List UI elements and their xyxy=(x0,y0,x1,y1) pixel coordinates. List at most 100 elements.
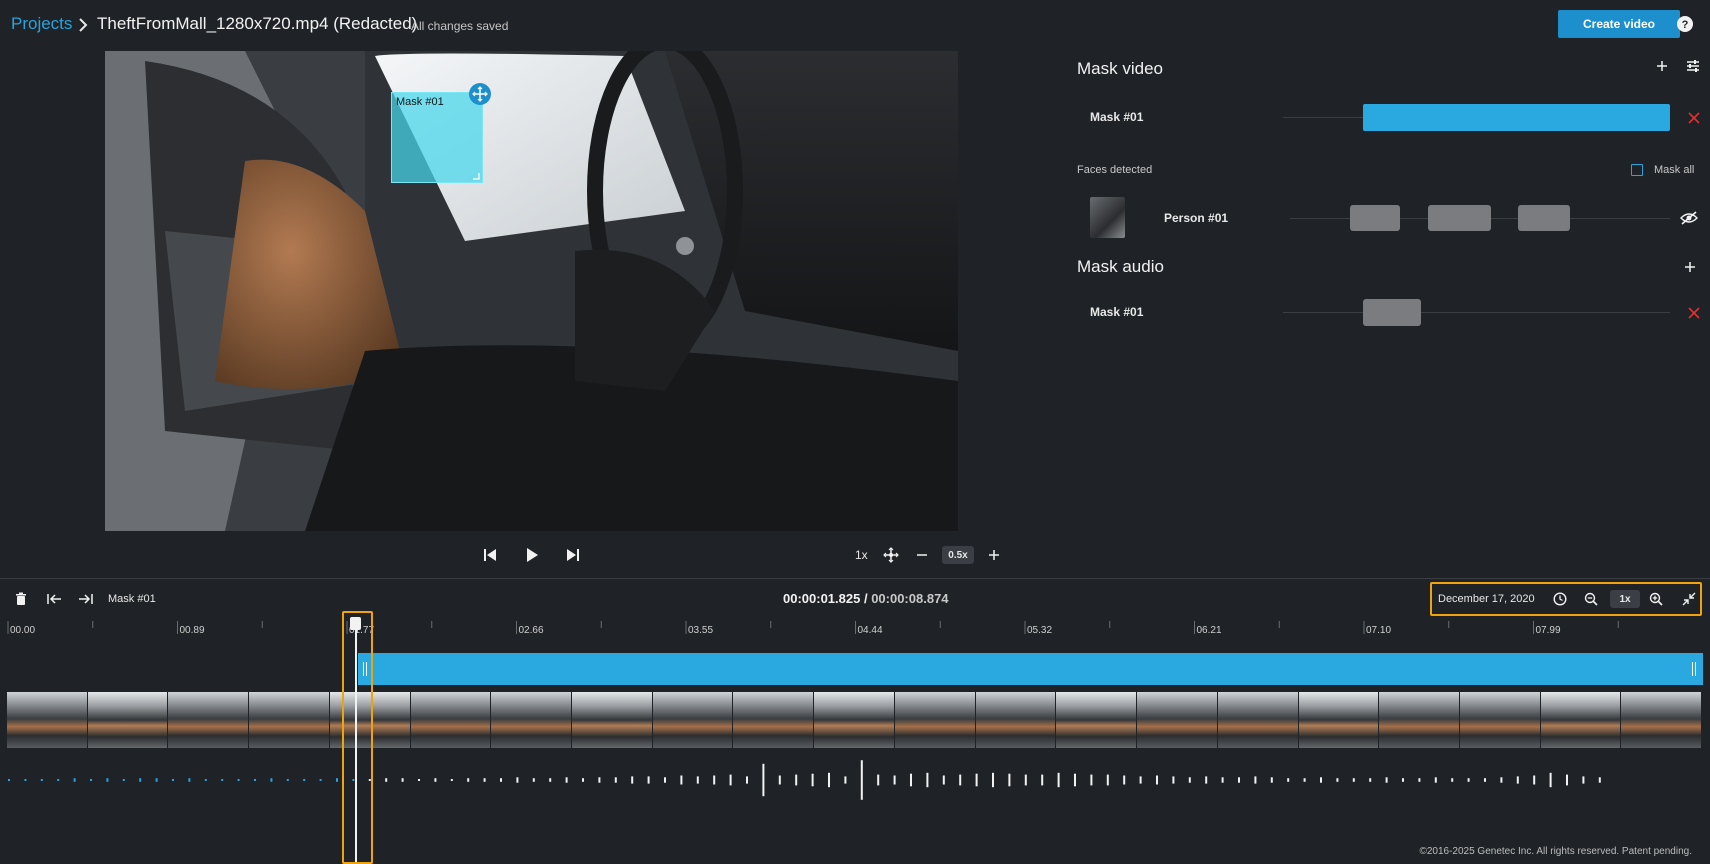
waveform-bar xyxy=(1041,774,1044,786)
waveform-bar xyxy=(778,775,781,785)
go-start-icon[interactable] xyxy=(46,592,62,606)
move-icon[interactable] xyxy=(469,83,491,105)
ruler-tick-label: 04.44 xyxy=(857,625,883,636)
timeline-divider xyxy=(0,578,1710,579)
waveform-bar xyxy=(1270,777,1273,783)
breadcrumb-projects-link[interactable]: Projects xyxy=(11,14,72,34)
resize-handle-icon[interactable] xyxy=(472,172,480,180)
chevron-right-icon xyxy=(79,18,88,32)
collapse-icon[interactable] xyxy=(1682,592,1696,606)
mask-all-label[interactable]: Mask all xyxy=(1654,164,1694,176)
waveform-bar xyxy=(598,777,601,783)
waveform-bar xyxy=(319,779,322,781)
waveform-bar xyxy=(450,779,453,781)
filmstrip-frame xyxy=(1137,692,1218,748)
waveform-bar xyxy=(992,772,994,788)
settings-sliders-icon[interactable] xyxy=(1686,59,1700,73)
waveform-bar xyxy=(860,760,863,800)
waveform-bar xyxy=(1369,778,1372,782)
mask-audio-segment[interactable] xyxy=(1363,299,1421,326)
zoom-in-icon[interactable] xyxy=(1649,592,1663,606)
filmstrip[interactable] xyxy=(7,692,1703,748)
waveform-bar xyxy=(1074,773,1076,787)
waveform-bar xyxy=(532,778,535,782)
waveform-bar xyxy=(828,772,830,788)
waveform-bar xyxy=(1451,778,1454,782)
waveform-bar xyxy=(106,778,109,782)
waveform-bar xyxy=(90,779,92,781)
trash-icon[interactable] xyxy=(14,592,28,606)
playback-speed[interactable]: 1x xyxy=(855,548,868,562)
face-thumbnail xyxy=(1090,197,1125,238)
ruler-tick-label: 07.99 xyxy=(1535,625,1561,636)
filmstrip-frame xyxy=(733,692,815,748)
waveform-bar xyxy=(1156,775,1158,785)
filmstrip-frame xyxy=(814,692,895,748)
zoom-plus-icon[interactable] xyxy=(988,549,1000,561)
create-video-button[interactable]: Create video xyxy=(1558,10,1680,38)
filmstrip-frame xyxy=(1217,692,1299,748)
go-end-icon[interactable] xyxy=(78,592,94,606)
waveform-bar xyxy=(696,776,699,784)
waveform-bar xyxy=(336,778,338,782)
mask-region-box[interactable]: Mask #01 xyxy=(391,92,483,183)
waveform-bar xyxy=(1172,776,1175,784)
waveform-bar xyxy=(172,779,174,781)
ruler-tick-label: 00.89 xyxy=(179,625,205,636)
filmstrip-frame xyxy=(975,692,1057,748)
play-icon[interactable] xyxy=(524,547,540,563)
waveform-bar xyxy=(1303,778,1306,782)
help-icon[interactable]: ? xyxy=(1674,13,1696,35)
face-segment[interactable] xyxy=(1350,205,1400,231)
project-title: TheftFromMall_1280x720.mp4 (Redacted) xyxy=(97,14,418,33)
skip-back-icon[interactable] xyxy=(482,547,498,563)
waveform-bar xyxy=(1549,772,1552,788)
waveform-bar xyxy=(401,778,404,782)
timeline-ruler xyxy=(7,621,1619,634)
video-preview[interactable]: Mask #01 xyxy=(105,51,958,531)
waveform-bar xyxy=(1287,778,1290,782)
mask-audio-row-label: Mask #01 xyxy=(1090,305,1144,319)
mask-audio-title: Mask audio xyxy=(1077,257,1164,276)
waveform-bar xyxy=(122,779,125,781)
timeline-mask-track[interactable] xyxy=(358,653,1703,685)
mask-video-segment[interactable] xyxy=(1363,104,1670,131)
face-row-label: Person #01 xyxy=(1164,211,1229,225)
delete-mask-video-icon[interactable] xyxy=(1688,112,1700,124)
zoom-out-icon[interactable] xyxy=(1584,592,1598,606)
zoom-minus-icon[interactable] xyxy=(916,549,928,561)
waveform-bar xyxy=(1106,774,1109,786)
waveform-bar xyxy=(1139,776,1142,784)
delete-mask-audio-icon[interactable] xyxy=(1688,307,1700,319)
waveform-bar xyxy=(959,774,962,786)
skip-forward-icon[interactable] xyxy=(565,547,581,563)
waveform-bar xyxy=(1090,774,1093,786)
total-time: 00:00:08.874 xyxy=(871,591,949,606)
add-mask-video-icon[interactable] xyxy=(1656,60,1668,72)
filmstrip-frame xyxy=(652,692,734,748)
mask-track-end-handle[interactable] xyxy=(1692,662,1696,676)
waveform-bar xyxy=(1057,772,1060,788)
faces-detected-label: Faces detected xyxy=(1077,164,1153,176)
face-segment[interactable] xyxy=(1428,205,1491,231)
filmstrip-frame xyxy=(7,692,88,748)
waveform-bar xyxy=(942,775,945,785)
svg-text:?: ? xyxy=(1682,19,1689,31)
waveform-bar xyxy=(877,774,880,786)
pan-icon[interactable] xyxy=(883,547,899,563)
mask-all-checkbox[interactable] xyxy=(1631,164,1643,176)
waveform-bar xyxy=(1598,777,1601,783)
clock-icon[interactable] xyxy=(1553,592,1567,606)
video-frame-image xyxy=(105,51,958,531)
waveform-bar xyxy=(582,778,584,782)
filmstrip-frame xyxy=(87,692,169,748)
waveform-bar xyxy=(221,779,224,781)
waveform-bar xyxy=(1533,775,1536,785)
eye-off-icon[interactable] xyxy=(1680,211,1698,225)
waveform-bar xyxy=(1024,774,1027,786)
waveform-bar xyxy=(795,774,798,786)
footer-copyright: ©2016-2025 Genetec Inc. All rights reser… xyxy=(1419,846,1692,857)
waveform-bar xyxy=(680,775,683,785)
face-segment[interactable] xyxy=(1518,205,1570,231)
add-mask-audio-icon[interactable] xyxy=(1684,261,1696,273)
